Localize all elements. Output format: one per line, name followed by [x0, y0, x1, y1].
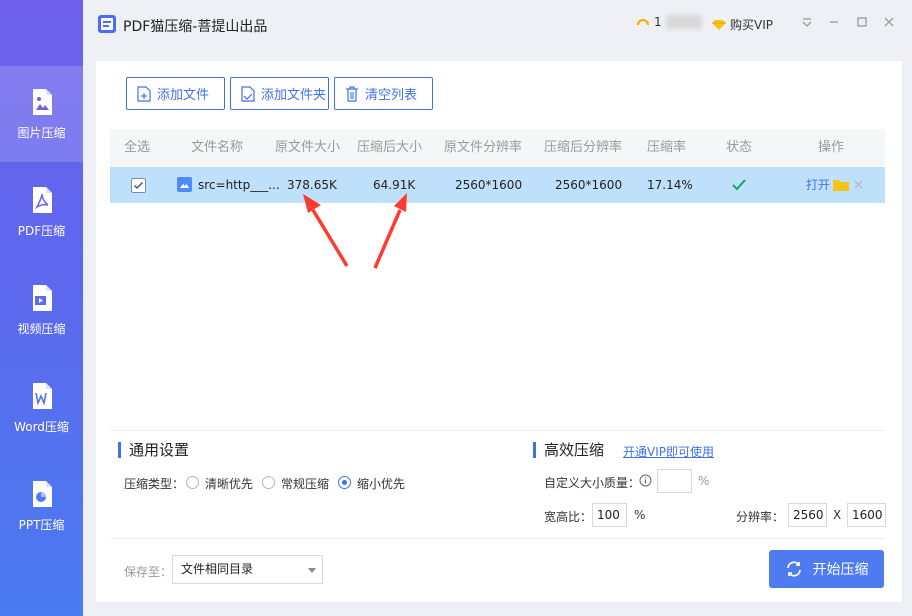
sidebar-item-label: PDF压缩	[17, 223, 66, 238]
add-folder-button[interactable]: 添加文件夹	[230, 77, 329, 110]
aspect-ratio-unit: %	[634, 508, 646, 522]
option-size-first[interactable]: 缩小优先	[357, 475, 405, 492]
header-actions: 操作	[818, 140, 845, 155]
sidebar-item-label: 视频压缩	[17, 321, 66, 336]
info-icon[interactable]	[639, 474, 652, 487]
header-original-resolution: 原文件分辨率	[444, 140, 523, 155]
clear-list-label: 清空列表	[365, 88, 418, 103]
radio-clarity-first[interactable]	[186, 476, 199, 489]
sidebar-item-pdf-compress[interactable]: PDF压缩	[0, 164, 83, 260]
compress-type-label: 压缩类型：	[124, 477, 185, 491]
save-to-label: 保存至：	[124, 565, 173, 579]
option-clarity-first[interactable]: 清晰优先	[205, 475, 253, 492]
custom-size-unit: %	[698, 474, 710, 488]
compressed-size: 64.91K	[373, 178, 416, 192]
resolution-x-separator: X	[833, 508, 842, 522]
resolution-label: 分辨率：	[736, 510, 785, 524]
ppt-file-icon	[32, 480, 52, 507]
chevron-down-icon	[308, 568, 316, 573]
sidebar-item-label: PPT压缩	[18, 517, 65, 532]
save-location-select[interactable]: 文件相同目录	[172, 555, 323, 584]
file-name: src=http___...	[198, 178, 280, 192]
original-size: 378.65K	[287, 178, 337, 192]
header-compressed-resolution: 压缩后分辨率	[544, 140, 623, 155]
app-logo-icon	[98, 15, 116, 33]
compression-ratio: 17.14%	[647, 178, 693, 192]
buy-vip-button[interactable]: 购买VIP	[711, 16, 773, 33]
close-icon[interactable]	[882, 16, 896, 30]
original-resolution: 2560*1600	[455, 178, 523, 192]
table-header: 全选 文件名称 原文件大小 压缩后大小 原文件分辨率 压缩后分辨率 压缩率 状态…	[110, 129, 885, 167]
aspect-ratio-input[interactable]: 100	[592, 503, 627, 527]
resolution-height-input[interactable]: 1600	[847, 503, 886, 527]
select-all-header[interactable]: 全选	[124, 129, 150, 167]
image-thumb-icon	[177, 177, 192, 192]
sidebar-item-ppt-compress[interactable]: PPT压缩	[0, 458, 83, 554]
compressed-resolution: 2560*1600	[555, 178, 623, 192]
user-crown-icon	[636, 18, 650, 26]
dropdown-menu-icon[interactable]	[800, 16, 814, 30]
user-name: 1	[654, 15, 662, 29]
minimize-icon[interactable]	[827, 16, 841, 30]
settings-divider	[110, 430, 885, 431]
trash-icon	[346, 85, 358, 102]
buy-vip-label: 购买VIP	[730, 18, 773, 32]
start-compress-button[interactable]: 开始压缩	[769, 550, 884, 588]
pdf-file-icon	[32, 186, 52, 213]
open-vip-link[interactable]: 开通VIP即可使用	[623, 443, 714, 460]
custom-size-input[interactable]	[657, 469, 692, 493]
clear-list-button[interactable]: 清空列表	[334, 77, 433, 110]
save-location-value: 文件相同目录	[181, 562, 254, 576]
sidebar-item-word-compress[interactable]: Word压缩	[0, 360, 83, 456]
diamond-icon	[712, 19, 726, 30]
sidebar-item-label: Word压缩	[14, 419, 69, 434]
add-folder-label: 添加文件夹	[261, 88, 327, 103]
app-title: PDF猫压缩-菩提山出品	[123, 19, 268, 35]
add-file-button[interactable]: 添加文件	[126, 77, 225, 110]
start-compress-label: 开始压缩	[812, 562, 869, 578]
video-file-icon	[32, 284, 52, 311]
open-file-link[interactable]: 打开	[806, 167, 830, 203]
efficient-compress-title: 高效压缩	[533, 442, 604, 458]
custom-size-label: 自定义大小质量：	[544, 476, 641, 490]
user-account[interactable]: 1	[636, 15, 702, 29]
word-file-icon	[32, 382, 52, 409]
title-bar: PDF猫压缩-菩提山出品 1 购买VIP	[83, 0, 912, 50]
header-original-size: 原文件大小	[275, 140, 341, 155]
add-folder-icon	[241, 85, 255, 102]
resolution-width-input[interactable]: 2560	[788, 503, 827, 527]
option-normal-compress[interactable]: 常规压缩	[281, 475, 329, 492]
remove-row-icon[interactable]	[854, 180, 863, 189]
sidebar-item-video-compress[interactable]: 视频压缩	[0, 262, 83, 358]
refresh-icon	[786, 561, 801, 577]
folder-icon[interactable]	[832, 178, 850, 192]
add-file-icon	[137, 85, 151, 102]
header-compressed-size: 压缩后大小	[357, 140, 423, 155]
radio-normal-compress[interactable]	[262, 476, 275, 489]
main-panel: 添加文件 添加文件夹 清空列表 全选 文件名称 原文件大小 压缩后大小 原文件分…	[96, 61, 902, 602]
row-checkbox[interactable]	[131, 178, 146, 193]
sidebar-item-image-compress[interactable]: 图片压缩	[0, 66, 83, 162]
footer-divider	[110, 538, 885, 539]
aspect-ratio-label: 宽高比：	[544, 510, 593, 524]
image-file-icon	[32, 88, 52, 115]
user-name-blurred	[665, 15, 702, 29]
header-status: 状态	[726, 140, 753, 155]
radio-size-first[interactable]	[338, 476, 351, 489]
check-icon	[732, 179, 746, 191]
maximize-icon[interactable]	[855, 16, 869, 30]
header-file-name: 文件名称	[191, 140, 244, 155]
header-compression-ratio: 压缩率	[647, 140, 687, 155]
sidebar-item-label: 图片压缩	[17, 125, 66, 140]
checkmark-icon	[133, 181, 144, 190]
table-row[interactable]: src=http___... 378.65K 64.91K 2560*1600 …	[110, 167, 885, 203]
add-file-label: 添加文件	[157, 88, 210, 103]
sidebar: 图片压缩 PDF压缩 视频压缩 Word压缩 PPT压缩	[0, 0, 83, 616]
general-settings-title: 通用设置	[118, 442, 189, 458]
